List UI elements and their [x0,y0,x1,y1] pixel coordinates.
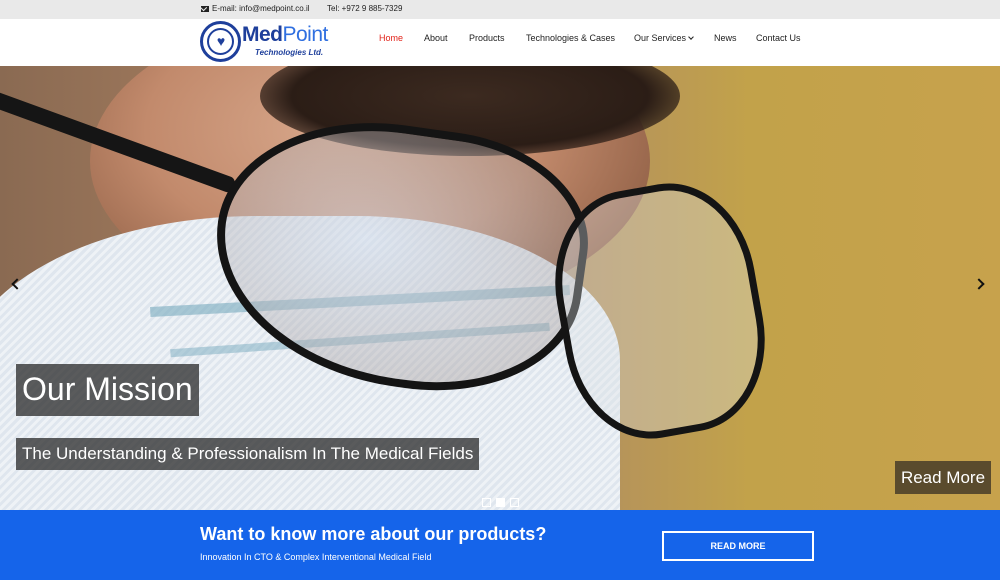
slider-next-arrow-icon[interactable] [973,278,988,292]
nav-contact-us[interactable]: Contact Us [756,33,801,43]
nav-our-services-label: Our Services [634,33,687,43]
heart-icon: ♥ [216,33,226,49]
nav-about[interactable]: About [424,33,448,43]
slider-dot[interactable] [510,498,519,507]
hero-read-more-button[interactable]: Read More [895,461,991,494]
slider-prev-arrow-icon[interactable] [10,278,23,292]
phone-text: Tel: +972 9 885-7329 [327,4,403,13]
cta-read-more-button[interactable]: READ MORE [662,531,814,561]
slider-dot-active[interactable] [496,498,505,507]
nav-news-label: News [714,33,737,43]
top-contact-bar: E-mail: info@medpoint.co.il Tel: +972 9 … [0,0,1000,19]
products-cta-band: Want to know more about our products? In… [0,510,1000,580]
nav-contact-us-label: Contact Us [756,33,801,43]
nav-home[interactable]: Home [379,33,403,43]
chevron-down-icon [688,34,694,40]
phone-contact[interactable]: Tel: +972 9 885-7329 [327,4,402,13]
slider-dot[interactable] [482,498,491,507]
hero-subtitle: The Understanding & Professionalism In T… [16,438,480,470]
email-text: E-mail: info@medpoint.co.il [212,4,310,13]
logo-wordmark-med: Med [242,23,283,46]
envelope-icon [201,5,209,12]
nav-products-label: Products [469,33,505,43]
nav-technologies-cases-label: Technologies & Cases [526,33,616,43]
cta-title: Want to know more about our products? [200,524,547,544]
hero-title: Our Mission [16,364,199,416]
nav-products[interactable]: Products [469,33,505,43]
site-header: ♥ MedPoint Technologies Ltd. Home About … [0,19,1000,66]
nav-technologies-cases[interactable]: Technologies & Cases [526,33,615,43]
email-contact[interactable]: E-mail: info@medpoint.co.il [201,4,310,13]
hero-slider: Our Mission The Understanding & Professi… [0,66,1000,510]
logo-wordmark: MedPoint [242,23,328,47]
medpoint-logo[interactable]: ♥ MedPoint Technologies Ltd. [200,21,328,63]
nav-home-label: Home [379,33,404,43]
nav-about-label: About [424,33,448,43]
logo-subtitle: Technologies Ltd. [255,48,324,57]
logo-wordmark-point: Point [282,23,329,46]
nav-our-services[interactable]: Our Services [634,33,694,43]
cta-description: Innovation In CTO & Complex Intervention… [200,552,432,562]
slider-pagination [482,498,519,507]
nav-news[interactable]: News [714,33,737,43]
